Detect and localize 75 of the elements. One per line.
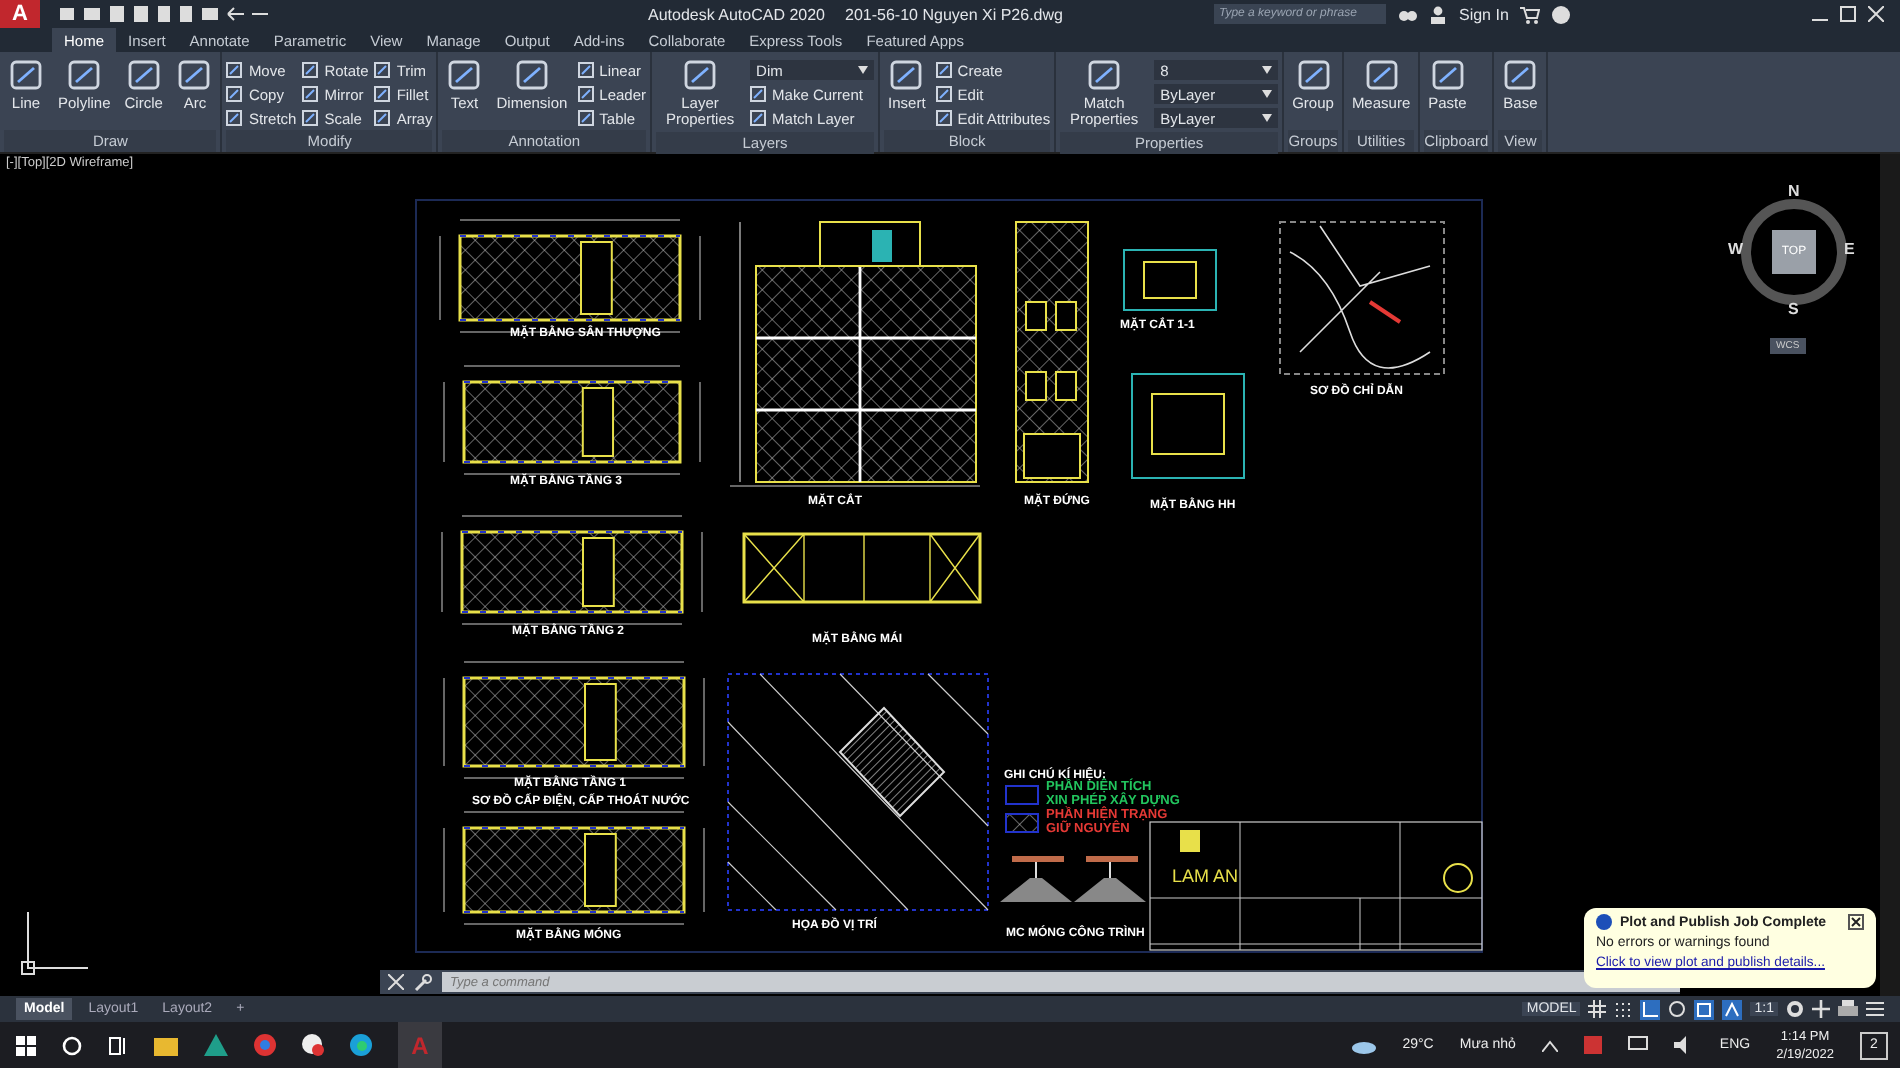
snap-icon[interactable] — [1614, 1000, 1633, 1018]
tool-icon — [302, 62, 319, 78]
tool-icon — [577, 62, 594, 78]
close-icon[interactable] — [1848, 914, 1864, 930]
grid-icon[interactable] — [1588, 1000, 1607, 1018]
annotation-icon[interactable] — [1722, 999, 1743, 1019]
tool-icon — [302, 86, 319, 102]
tool-icon — [8, 60, 44, 92]
compass-label[interactable]: E — [1844, 240, 1855, 258]
caret-icon — [1262, 90, 1273, 98]
tool-icon — [226, 86, 243, 102]
tool-icon — [1502, 60, 1539, 92]
tool-icon — [226, 62, 243, 78]
compass-label[interactable]: S — [1788, 300, 1799, 318]
tool-icon — [750, 86, 767, 102]
browser-icon[interactable] — [254, 1034, 276, 1056]
tool-icon — [226, 110, 243, 126]
tool-icon — [374, 86, 391, 102]
tool-icon — [513, 60, 550, 92]
tool-icon — [577, 86, 594, 102]
legend-swatch — [1005, 785, 1039, 805]
tool-icon — [750, 110, 767, 126]
window-title: Autodesk AutoCAD 2020 — [648, 5, 826, 23]
tool-icon — [302, 110, 319, 126]
tool-icon — [888, 60, 925, 92]
legend-swatch — [1005, 813, 1039, 833]
polar-icon[interactable] — [1668, 1000, 1687, 1018]
caret-icon — [1262, 66, 1273, 74]
network-icon[interactable] — [1627, 1036, 1648, 1054]
tool-icon — [935, 110, 952, 126]
windows-start-icon[interactable] — [16, 1035, 36, 1055]
chat-app-icon[interactable] — [302, 1034, 324, 1056]
tool-icon — [374, 62, 391, 78]
tray-app-icon[interactable] — [1583, 1036, 1602, 1054]
tool-icon — [577, 110, 594, 126]
tool-icon — [446, 60, 483, 92]
tool-icon — [935, 62, 952, 78]
compass-label[interactable]: W — [1728, 240, 1744, 258]
tool-icon — [125, 60, 162, 92]
ucs-icon — [21, 911, 89, 975]
caret-icon — [1262, 114, 1273, 122]
triangle-app-icon[interactable] — [204, 1034, 228, 1056]
search-icon[interactable] — [62, 1035, 82, 1055]
tool-icon — [1295, 60, 1331, 92]
folder-icon[interactable] — [154, 1035, 178, 1055]
tool-icon — [1363, 60, 1400, 92]
osnap-icon[interactable] — [1694, 999, 1715, 1019]
tool-icon — [176, 60, 213, 92]
scrollbar[interactable] — [1880, 154, 1900, 996]
drawing-title: LAM AN — [1172, 866, 1239, 886]
tool-icon — [66, 60, 103, 92]
tool-icon — [935, 86, 952, 102]
menu-icon[interactable] — [1866, 1000, 1884, 1018]
swirl-browser-icon[interactable] — [350, 1034, 372, 1056]
plus-icon[interactable] — [1812, 1000, 1830, 1018]
sign-in-button[interactable]: Sign In — [1458, 5, 1509, 23]
chevron-up-icon[interactable] — [1541, 1039, 1558, 1051]
wrench-icon[interactable] — [414, 973, 432, 991]
application-menu-button[interactable]: A — [0, 0, 40, 28]
settings-icon[interactable] — [1786, 1000, 1804, 1018]
printer-icon[interactable] — [1838, 1000, 1858, 1018]
file-name: 201-56-10 Nguyen Xi P26.dwg — [845, 5, 1063, 23]
user-icon — [1430, 5, 1447, 23]
tool-icon — [1429, 60, 1466, 92]
tool-icon — [1086, 60, 1123, 92]
compass-label[interactable]: N — [1788, 182, 1800, 200]
cloud-icon — [1352, 1037, 1377, 1053]
info-icon — [1596, 914, 1612, 930]
ortho-icon[interactable] — [1640, 999, 1661, 1019]
tool-icon — [682, 60, 719, 92]
caret-icon — [858, 66, 869, 74]
task-view-icon[interactable] — [108, 1035, 128, 1055]
cart-icon[interactable] — [1520, 5, 1541, 23]
maximize-icon[interactable] — [1840, 6, 1856, 22]
tool-icon — [374, 110, 391, 126]
